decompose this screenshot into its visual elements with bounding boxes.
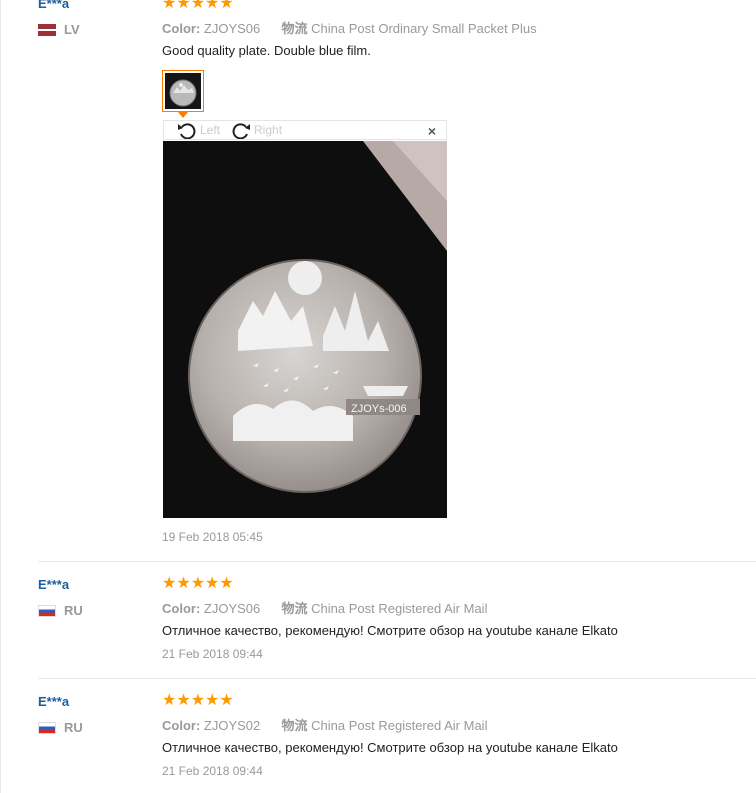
rotate-right-button[interactable]: Right: [230, 121, 282, 139]
country-code: RU: [64, 603, 83, 618]
review-separator: [38, 561, 756, 562]
review-country: RU: [38, 603, 83, 618]
review-country: LV: [38, 22, 80, 37]
image-viewer-toolbar: Left Right ×: [163, 120, 447, 140]
review-meta: Color: ZJOYS02 物流 China Post Registered …: [162, 715, 487, 734]
review-text: Отличное качество, рекомендую! Смотрите …: [162, 740, 618, 755]
rotate-left-label: Left: [200, 123, 221, 137]
close-icon[interactable]: ×: [428, 123, 436, 139]
star-rating: ★★★★★: [162, 692, 234, 709]
review-meta: Color: ZJOYS06 物流 China Post Ordinary Sm…: [162, 18, 537, 37]
shipping-label: 物流: [281, 21, 308, 36]
color-value: ZJOYS06: [203, 21, 261, 36]
star-rating: ★★★★★: [162, 575, 234, 592]
review-date: 21 Feb 2018 09:44: [162, 764, 263, 778]
review-user-name[interactable]: E***a: [38, 694, 69, 709]
shipping-value: China Post Ordinary Small Packet Plus: [311, 21, 537, 36]
review-meta: Color: ZJOYS06 物流 China Post Registered …: [162, 598, 487, 617]
review-country: RU: [38, 720, 83, 735]
color-label: Color:: [162, 21, 201, 36]
color-value: ZJOYS06: [203, 601, 261, 616]
review-user-name[interactable]: E***a: [38, 0, 69, 11]
shipping-label: 物流: [281, 718, 308, 733]
review-separator: [38, 678, 756, 679]
color-value: ZJOYS02: [203, 718, 261, 733]
review-photo-thumbnail[interactable]: [162, 70, 204, 112]
country-code: LV: [64, 22, 80, 37]
latvia-flag-icon: [38, 23, 56, 36]
review-user-name[interactable]: E***a: [38, 577, 69, 592]
review-date: 21 Feb 2018 09:44: [162, 647, 263, 661]
color-label: Color:: [162, 718, 201, 733]
rotate-right-icon: [232, 123, 251, 139]
review-date: 19 Feb 2018 05:45: [162, 530, 263, 544]
russia-flag-icon: [38, 604, 56, 617]
plate-engraving-text: ZJOYs-006: [351, 403, 407, 415]
color-label: Color:: [162, 601, 201, 616]
rotate-left-button[interactable]: Left: [176, 121, 220, 139]
left-border: [0, 0, 1, 793]
rotate-left-icon: [178, 123, 196, 139]
rotate-right-label: Right: [254, 123, 283, 137]
shipping-value: China Post Registered Air Mail: [311, 718, 488, 733]
shipping-label: 物流: [281, 601, 308, 616]
star-rating: ★★★★★: [162, 0, 234, 12]
russia-flag-icon: [38, 721, 56, 734]
review-text: Отличное качество, рекомендую! Смотрите …: [162, 623, 618, 638]
review-photo-large: ZJOYs-006: [163, 141, 447, 518]
thumbnail-selected-arrow: [178, 112, 188, 118]
review-text: Good quality plate. Double blue film.: [162, 43, 371, 58]
shipping-value: China Post Registered Air Mail: [311, 601, 488, 616]
country-code: RU: [64, 720, 83, 735]
